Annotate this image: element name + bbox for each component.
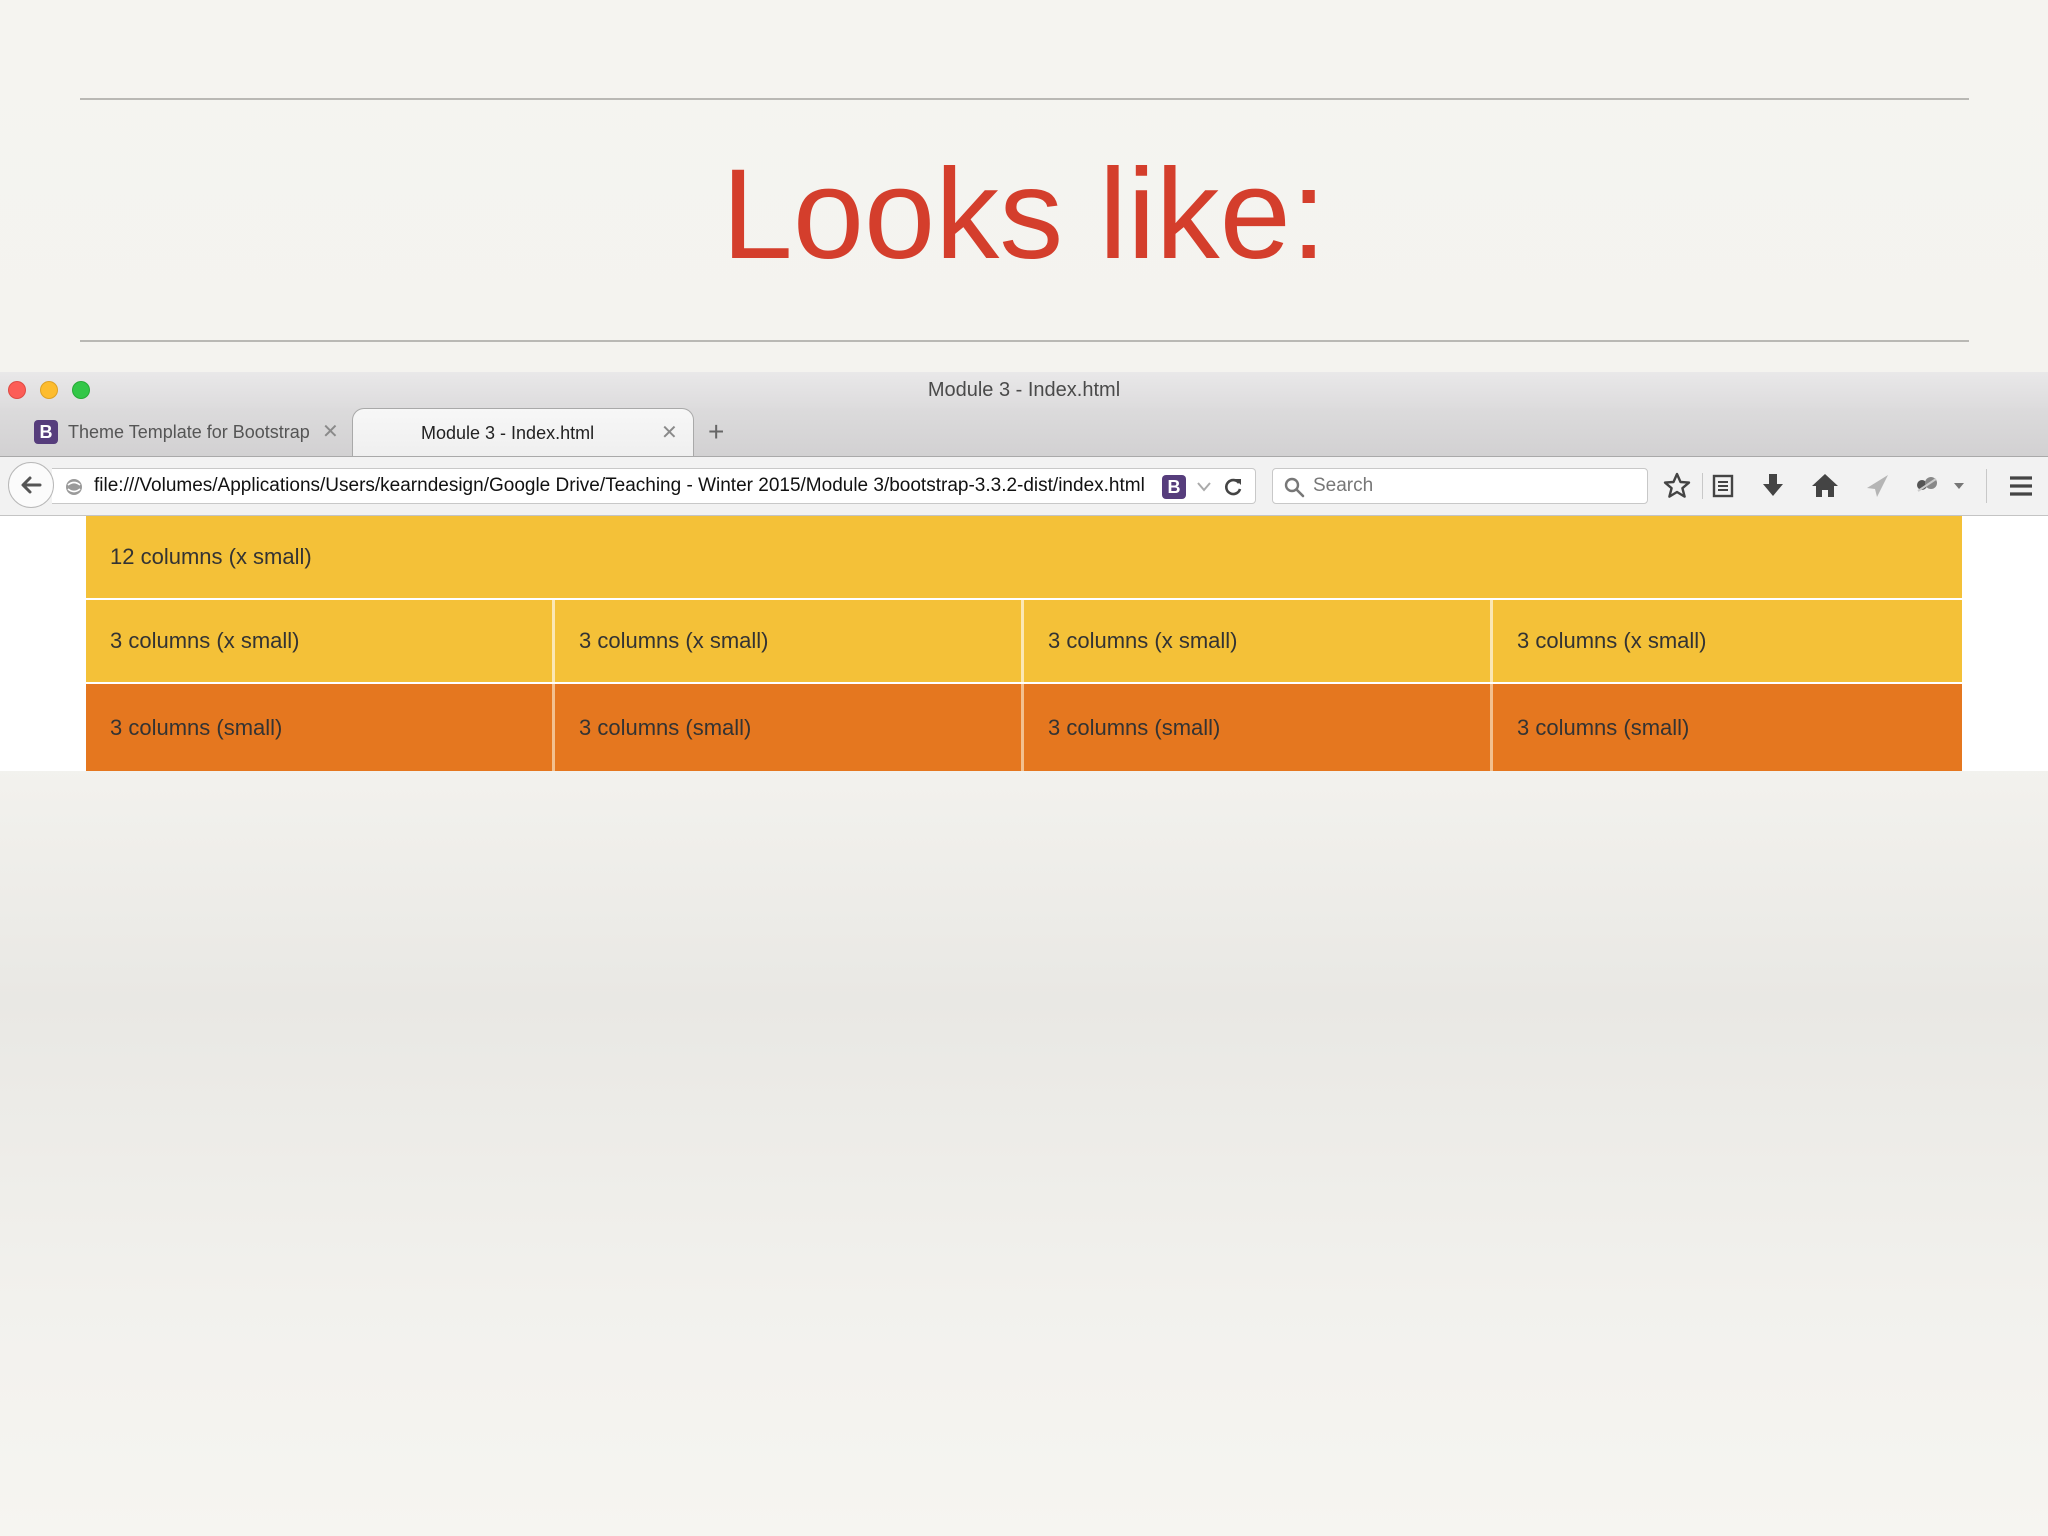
grid-cell-3-xs: 3 columns (x small) [1024, 600, 1493, 682]
toolbar-separator [1702, 473, 1703, 499]
tab-strip: B Theme Template for Bootstrap ✕ Module … [0, 408, 2048, 457]
tab-label: Module 3 - Index.html [421, 423, 595, 443]
grid-cell-3-sm: 3 columns (small) [86, 684, 555, 771]
window-title: Module 3 - Index.html [927, 379, 1121, 401]
grid-cell-3-sm: 3 columns (small) [555, 684, 1024, 771]
grid-row-full: 12 columns (x small) [86, 516, 1962, 598]
bootstrap-favicon-icon: B [34, 420, 58, 444]
share-icon[interactable] [1862, 471, 1892, 501]
grid-cell-3-xs: 3 columns (x small) [1493, 600, 1962, 682]
back-button[interactable] [8, 462, 54, 508]
page-content: 12 columns (x small) 3 columns (x small)… [0, 516, 2048, 771]
globe-icon [66, 479, 82, 495]
back-arrow-icon [21, 476, 42, 494]
grid-row-xs: 3 columns (x small) 3 columns (x small) … [86, 600, 1962, 682]
search-icon [1284, 477, 1305, 498]
search-box[interactable] [1272, 468, 1648, 504]
dropdown-arrow-icon[interactable] [1196, 482, 1212, 492]
extension-dropdown-icon[interactable] [1952, 481, 1966, 491]
bookmark-star-icon[interactable] [1662, 471, 1692, 501]
tab-label: Theme Template for Bootstrap [68, 422, 310, 442]
reload-icon[interactable] [1222, 476, 1244, 498]
tab-theme-template[interactable]: B Theme Template for Bootstrap ✕ [14, 408, 350, 456]
grid-cell-3-xs: 3 columns (x small) [86, 600, 555, 682]
tab-module-3[interactable]: Module 3 - Index.html ✕ [352, 408, 694, 456]
extension-icon[interactable] [1912, 471, 1942, 501]
grid-cell-12-xs: 12 columns (x small) [86, 516, 1962, 598]
reading-list-icon[interactable] [1708, 471, 1738, 501]
window-titlebar: Module 3 - Index.html [0, 372, 2048, 408]
grid-cell-3-sm: 3 columns (small) [1493, 684, 1962, 771]
grid-cell-3-sm: 3 columns (small) [1024, 684, 1493, 771]
address-bar[interactable]: file:///Volumes/Applications/Users/kearn… [52, 468, 1256, 504]
close-tab-icon[interactable]: ✕ [661, 409, 678, 457]
top-divider [80, 98, 1969, 100]
close-tab-icon[interactable]: ✕ [322, 408, 339, 456]
search-input[interactable] [1313, 469, 1633, 503]
slide-title: Looks like: [721, 143, 1327, 286]
navigation-toolbar: file:///Volumes/Applications/Users/kearn… [0, 457, 2048, 516]
download-icon[interactable] [1758, 471, 1788, 501]
bottom-divider [80, 340, 1969, 342]
address-text[interactable]: file:///Volumes/Applications/Users/kearn… [94, 469, 1204, 503]
bootstrap-badge-icon[interactable]: B [1162, 475, 1186, 499]
grid-row-sm: 3 columns (small) 3 columns (small) 3 co… [86, 684, 1962, 771]
menu-icon[interactable] [2006, 471, 2036, 501]
new-tab-icon[interactable]: + [708, 408, 724, 456]
toolbar-separator [1986, 469, 1987, 503]
grid-cell-3-xs: 3 columns (x small) [555, 600, 1024, 682]
home-icon[interactable] [1810, 471, 1840, 501]
browser-window: Module 3 - Index.html B Theme Template f… [0, 372, 2048, 771]
